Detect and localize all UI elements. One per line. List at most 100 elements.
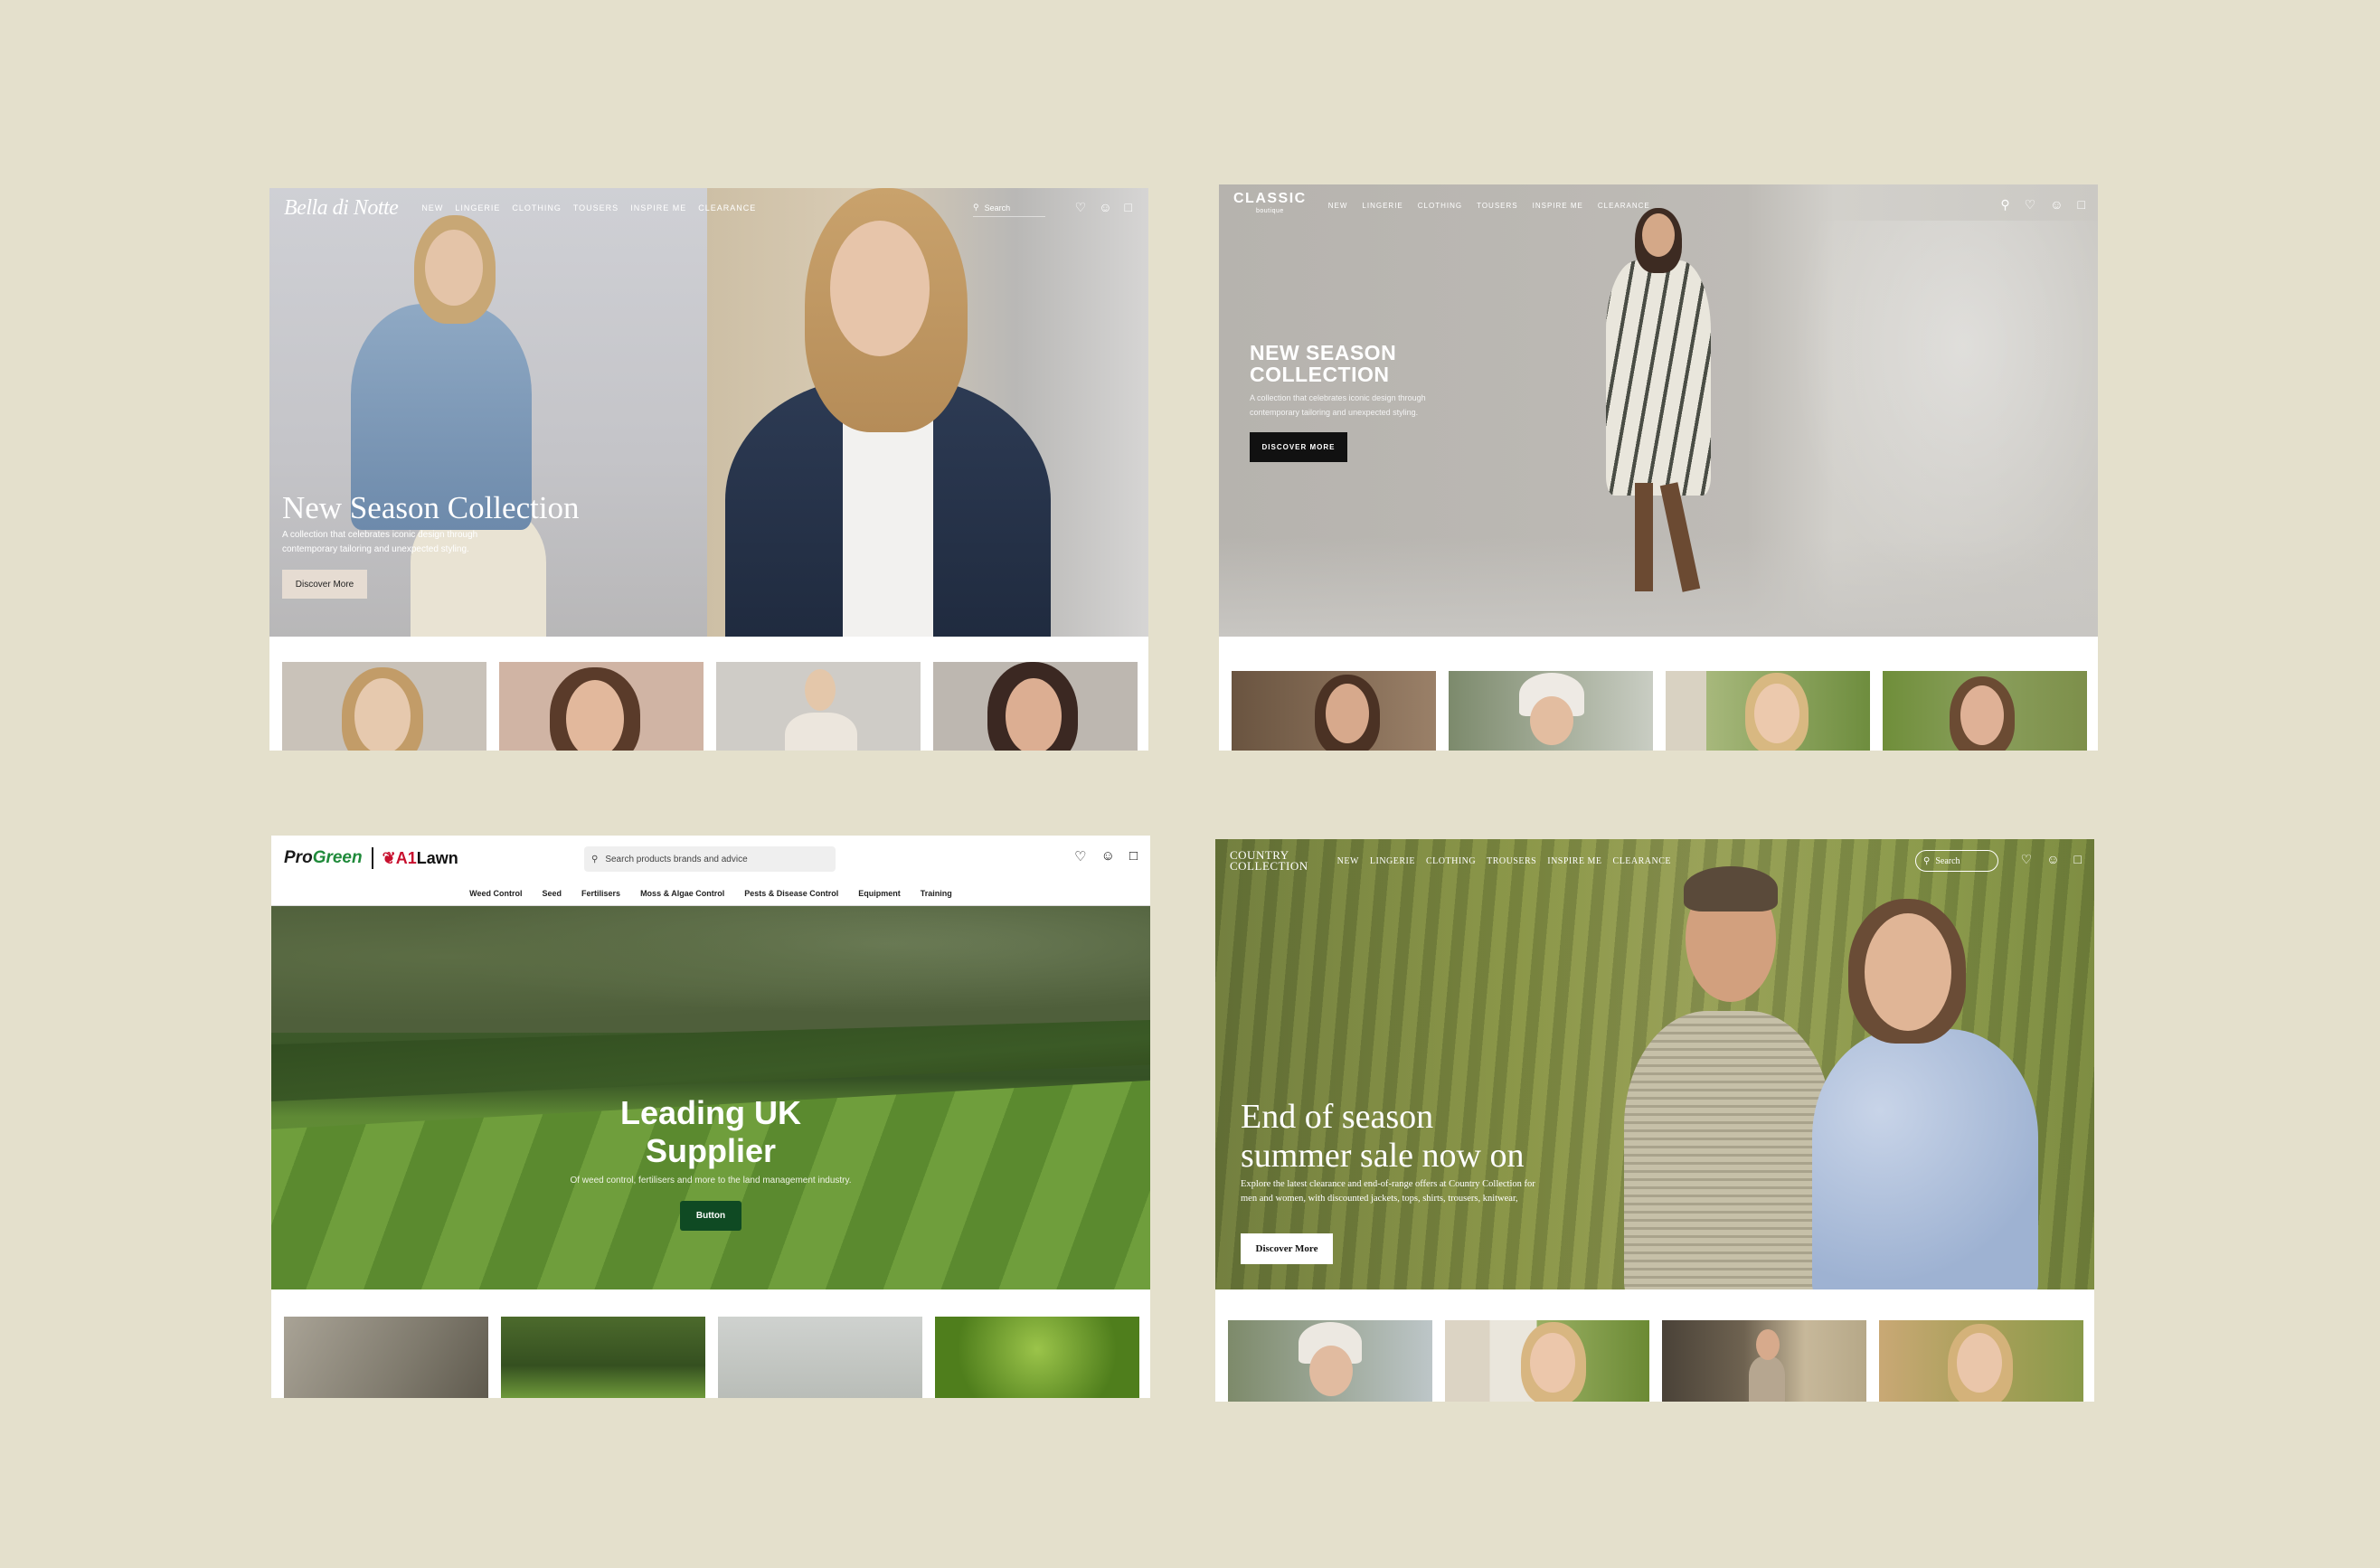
thumbnail-2[interactable] xyxy=(499,662,704,751)
hero-button[interactable]: Button xyxy=(680,1201,741,1231)
product-thumbnails xyxy=(1215,1289,2094,1402)
brand-logo[interactable]: CLASSIC boutique xyxy=(1233,192,1307,218)
category-seed[interactable]: Seed xyxy=(543,889,562,898)
hero-description: Explore the latest clearance and end-of-… xyxy=(1241,1179,1535,1204)
menu-item-clothing[interactable]: CLOTHING xyxy=(1418,202,1462,210)
hero-title: NEW SEASON COLLECTION xyxy=(1250,341,1397,386)
product-thumbnails xyxy=(269,637,1148,751)
category-navigation: Weed Control Seed Fertilisers Moss & Alg… xyxy=(271,881,1150,906)
classic-boutique-screen: CLASSIC boutique NEW LINGERIE CLOTHING TO… xyxy=(1219,184,2098,751)
bag-icon[interactable]: □ xyxy=(1125,200,1132,215)
discover-more-button[interactable]: DISCOVER MORE xyxy=(1250,432,1347,462)
thumbnail-2[interactable] xyxy=(1445,1320,1649,1402)
menu-item-clothing[interactable]: CLOTHING xyxy=(512,203,562,213)
bag-icon[interactable]: □ xyxy=(1129,848,1138,864)
search-input[interactable]: ⚲ Search xyxy=(973,199,1045,217)
bag-icon[interactable]: □ xyxy=(2074,852,2082,867)
search-placeholder: Search xyxy=(984,203,1011,213)
woman-face xyxy=(1865,913,1951,1031)
discover-more-button[interactable]: Discover More xyxy=(1241,1233,1333,1264)
thumbnail-3[interactable] xyxy=(718,1317,922,1398)
menu-item-new[interactable]: NEW xyxy=(421,203,443,213)
logo-divider xyxy=(371,847,373,869)
brand-logo[interactable]: COUNTRY COLLECTION xyxy=(1230,849,1308,872)
menu-item-trousers[interactable]: TOUSERS xyxy=(573,203,619,213)
menu-item-clearance[interactable]: CLEARANCE xyxy=(698,203,756,213)
thumbnail-4[interactable] xyxy=(1879,1320,2083,1402)
search-placeholder: Search xyxy=(1935,855,1960,866)
menu-item-inspire-me[interactable]: INSPIRE ME xyxy=(1533,202,1583,210)
menu-item-inspire-me[interactable]: INSPIRE ME xyxy=(630,203,686,213)
menu-item-clearance[interactable]: CLEARANCE xyxy=(1613,856,1672,866)
category-moss-algae-control[interactable]: Moss & Algae Control xyxy=(640,889,724,898)
woman-blouse xyxy=(1812,1029,2038,1289)
hero-description: A collection that celebrates iconic desi… xyxy=(1250,393,1426,417)
model-dress xyxy=(1606,260,1711,496)
main-menu: NEW LINGERIE CLOTHING TOUSERS INSPIRE ME… xyxy=(421,203,756,213)
thumbnail-4[interactable] xyxy=(1883,671,2087,751)
main-menu: NEW LINGERIE CLOTHING TROUSERS INSPIRE M… xyxy=(1337,856,1671,866)
user-icon[interactable]: ☺ xyxy=(1101,848,1115,864)
top-navigation: COUNTRY COLLECTION NEW LINGERIE CLOTHING … xyxy=(1215,839,2094,883)
heart-icon[interactable]: ♡ xyxy=(2025,197,2036,213)
header-icons: ♡ ☺ □ xyxy=(1075,200,1132,215)
menu-item-lingerie[interactable]: LINGERIE xyxy=(1362,202,1402,210)
heart-icon[interactable]: ♡ xyxy=(1075,200,1087,215)
user-icon[interactable]: ☺ xyxy=(2050,197,2063,213)
top-navigation: CLASSIC boutique NEW LINGERIE CLOTHING TO… xyxy=(1219,184,2098,226)
category-equipment[interactable]: Equipment xyxy=(858,889,901,898)
thumbnail-4[interactable] xyxy=(935,1317,1139,1398)
menu-item-lingerie[interactable]: LINGERIE xyxy=(455,203,500,213)
heart-icon[interactable]: ♡ xyxy=(2021,852,2033,867)
thumbnail-3[interactable] xyxy=(1666,671,1870,751)
thumbnail-1[interactable] xyxy=(284,1317,488,1398)
main-menu: NEW LINGERIE CLOTHING TOUSERS INSPIRE ME… xyxy=(1328,202,1650,210)
thumbnail-1[interactable] xyxy=(282,662,486,751)
user-icon[interactable]: ☺ xyxy=(2046,852,2059,867)
search-icon: ⚲ xyxy=(591,854,599,864)
menu-item-clearance[interactable]: CLEARANCE xyxy=(1598,202,1650,210)
menu-item-clothing[interactable]: CLOTHING xyxy=(1426,856,1476,866)
menu-item-inspire-me[interactable]: INSPIRE ME xyxy=(1547,856,1601,866)
search-input[interactable]: ⚲ Search products brands and advice xyxy=(584,846,836,872)
thumbnail-2[interactable] xyxy=(501,1317,705,1398)
product-thumbnails xyxy=(1219,637,2098,751)
heart-icon[interactable]: ♡ xyxy=(1074,848,1086,864)
hero-title: Leading UK Supplier xyxy=(619,1094,801,1169)
thumbnail-4[interactable] xyxy=(933,662,1138,751)
product-thumbnails xyxy=(271,1289,1150,1398)
category-fertilisers[interactable]: Fertilisers xyxy=(581,889,620,898)
discover-more-button[interactable]: Discover More xyxy=(282,570,367,599)
progreen-a1lawn-screen: ProGreen ❦A1Lawn ⚲ Search products brand… xyxy=(271,836,1150,1398)
hero-title: New Season Collection xyxy=(282,490,580,525)
menu-item-trousers[interactable]: TOUSERS xyxy=(1477,202,1518,210)
hero-photo-right xyxy=(707,188,1148,637)
category-training[interactable]: Training xyxy=(921,889,952,898)
menu-item-lingerie[interactable]: LINGERIE xyxy=(1370,856,1415,866)
progreen-logo[interactable]: ProGreen xyxy=(284,848,363,868)
top-navigation: ProGreen ❦A1Lawn ⚲ Search products brand… xyxy=(271,836,1150,881)
tree-line xyxy=(271,906,1150,1033)
thumbnail-3[interactable] xyxy=(716,662,921,751)
thumbnail-2[interactable] xyxy=(1449,671,1653,751)
category-weed-control[interactable]: Weed Control xyxy=(469,889,522,898)
menu-item-new[interactable]: NEW xyxy=(1337,856,1359,866)
header-icons: ♡ ☺ □ xyxy=(2021,852,2082,867)
bella-di-notte-screen: Bella di Notte NEW LINGERIE CLOTHING TOU… xyxy=(269,188,1148,751)
search-input[interactable]: ⚲ Search xyxy=(1915,850,1998,872)
header-icons: ♡ ☺ □ xyxy=(1074,848,1138,864)
thumbnail-3[interactable] xyxy=(1662,1320,1866,1402)
thumbnail-1[interactable] xyxy=(1232,671,1436,751)
brand-logo[interactable]: Bella di Notte xyxy=(284,196,399,221)
hero-banner: Leading UK Supplier Of weed control, fert… xyxy=(271,906,1150,1289)
menu-item-trousers[interactable]: TROUSERS xyxy=(1487,856,1536,866)
category-pests-disease-control[interactable]: Pests & Disease Control xyxy=(744,889,838,898)
a1lawn-logo[interactable]: ❦A1Lawn xyxy=(382,849,458,868)
hero-title: End of season summer sale now on xyxy=(1241,1098,1525,1175)
hero-banner xyxy=(269,188,1148,637)
bag-icon[interactable]: □ xyxy=(2078,197,2085,213)
user-icon[interactable]: ☺ xyxy=(1099,200,1111,215)
thumbnail-1[interactable] xyxy=(1228,1320,1432,1402)
search-icon[interactable]: ⚲ xyxy=(2000,197,2009,213)
menu-item-new[interactable]: NEW xyxy=(1328,202,1348,210)
